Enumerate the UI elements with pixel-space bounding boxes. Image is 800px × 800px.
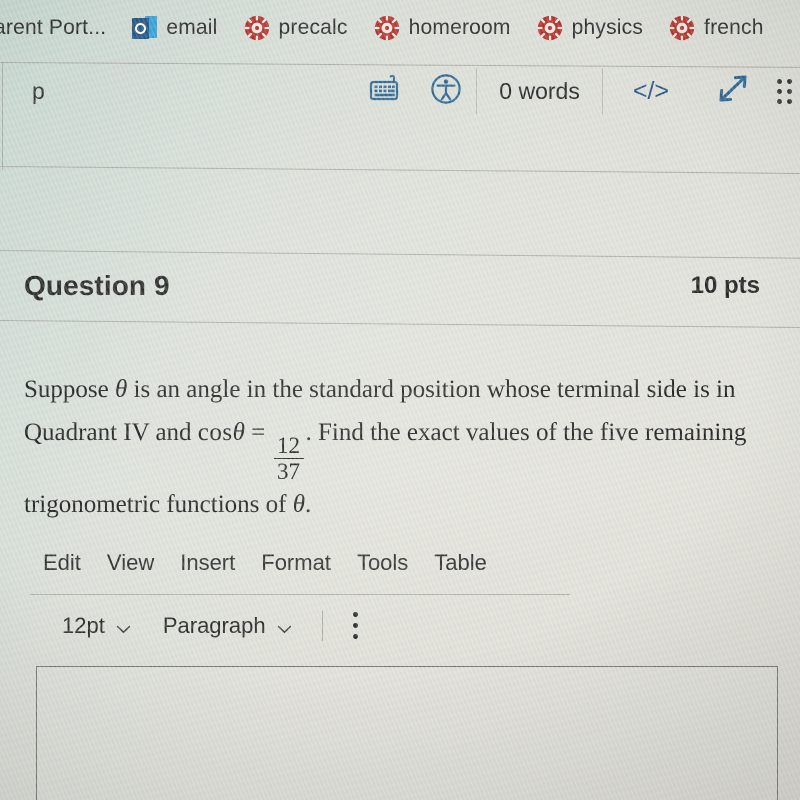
- bookmark-french[interactable]: french: [656, 8, 777, 48]
- menu-format[interactable]: Format: [248, 548, 344, 578]
- font-size-value: 12pt: [62, 612, 105, 638]
- chevron-down-icon: [277, 621, 292, 634]
- question-header: Question 9 10 pts: [0, 252, 800, 320]
- accessibility-icon: [430, 73, 462, 110]
- accessibility-checker-button[interactable]: [416, 62, 476, 120]
- editor-toolbar: 12pt Paragraph: [52, 610, 370, 641]
- bookmark-parent-portal[interactable]: arent Port...: [0, 8, 119, 48]
- menu-tools[interactable]: Tools: [344, 548, 421, 578]
- editor-menubar: Edit View Insert Format Tools Table: [30, 548, 500, 578]
- canvas-icon: [374, 15, 400, 41]
- bookmark-label: email: [166, 16, 218, 39]
- element-path-indicator[interactable]: p: [32, 78, 45, 105]
- theta-symbol: θ: [292, 491, 305, 519]
- keyboard-icon: [368, 74, 402, 109]
- rce-status-bar: p 0 words </>: [2, 62, 800, 120]
- code-icon: </>: [632, 76, 669, 105]
- html-editor-button[interactable]: </>: [603, 62, 699, 120]
- bookmark-physics[interactable]: physics: [524, 8, 656, 48]
- word-count: 0 words: [499, 77, 580, 104]
- font-size-select[interactable]: 12pt: [52, 611, 141, 641]
- fraction-denominator: 37: [277, 459, 301, 485]
- bookmark-email[interactable]: email: [119, 8, 230, 48]
- menu-insert[interactable]: Insert: [167, 548, 248, 578]
- chevron-down-icon: [116, 621, 131, 634]
- bookmark-label: homeroom: [408, 16, 511, 39]
- block-format-select[interactable]: Paragraph: [153, 611, 302, 641]
- canvas-icon: [537, 15, 563, 41]
- theta-symbol: θ: [232, 419, 245, 446]
- fraction: 12 37: [273, 432, 304, 485]
- menu-edit[interactable]: Edit: [30, 548, 94, 578]
- equals-sign: =: [244, 419, 272, 446]
- cos-operator: cos: [197, 419, 233, 446]
- question-text-part: .: [304, 491, 312, 519]
- canvas-icon: [669, 15, 695, 41]
- bookmark-precalc[interactable]: precalc: [231, 8, 361, 48]
- divider-below-question-header: [0, 320, 800, 328]
- outlook-icon: [132, 15, 158, 41]
- page-content: arent Port... email precalc homeroom phy…: [0, 0, 800, 800]
- bookmark-label: french: [704, 16, 764, 39]
- more-options-button[interactable]: [341, 610, 370, 641]
- answer-editor-area[interactable]: [36, 666, 778, 800]
- question-text: Suppose θ is an angle in the standard po…: [24, 368, 764, 526]
- bookmark-bar: arent Port... email precalc homeroom phy…: [0, 0, 800, 56]
- menu-table[interactable]: Table: [421, 548, 500, 578]
- bookmark-label: physics: [571, 16, 644, 39]
- keyboard-shortcuts-button[interactable]: [354, 62, 416, 120]
- menu-view[interactable]: View: [94, 548, 167, 578]
- toolbar-divider: [321, 610, 323, 641]
- block-format-value: Paragraph: [162, 612, 266, 638]
- resize-editor-button[interactable]: [699, 62, 767, 120]
- bookmark-label: precalc: [278, 16, 348, 39]
- status-bar-actions: 0 words </>: [354, 62, 800, 120]
- canvas-icon: [244, 15, 270, 41]
- question-points: 10 pts: [690, 272, 760, 299]
- question-text-part: Suppose: [24, 376, 115, 403]
- menubar-divider: [30, 594, 570, 595]
- bookmark-label: arent Port...: [0, 16, 107, 39]
- divider-below-statusbar: [0, 166, 800, 174]
- question-title: Question 9: [24, 270, 170, 301]
- drag-handle-icon[interactable]: [777, 78, 792, 104]
- theta-symbol: θ: [114, 376, 128, 403]
- bookmark-homeroom[interactable]: homeroom: [361, 8, 524, 48]
- diagonal-resize-icon: [713, 70, 753, 113]
- fraction-numerator: 12: [277, 432, 301, 458]
